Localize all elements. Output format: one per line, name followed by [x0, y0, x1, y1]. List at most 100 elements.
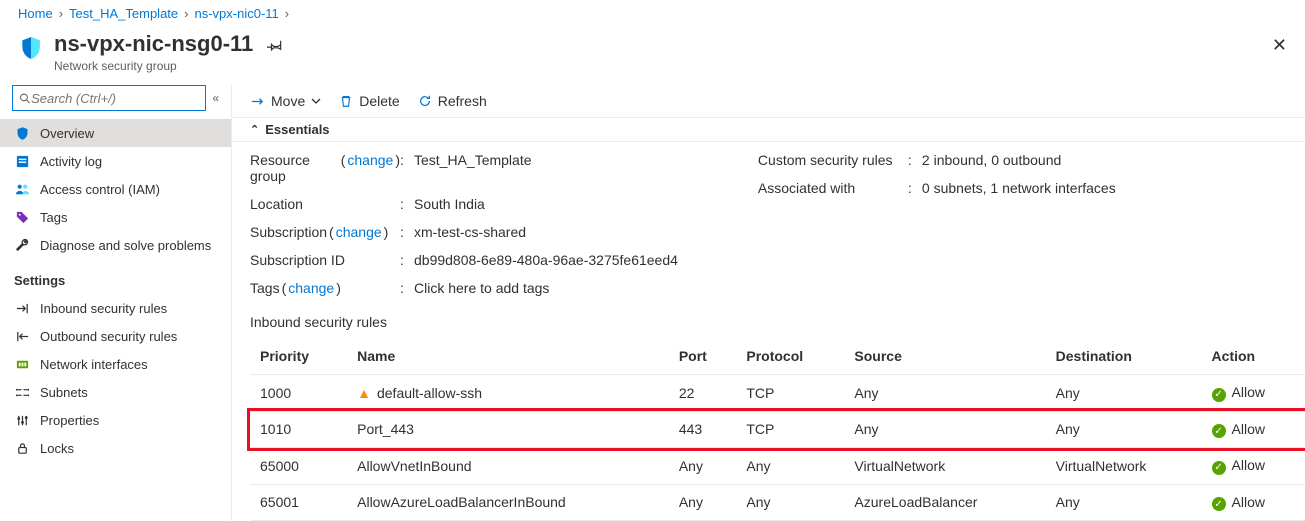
sidebar-item-properties[interactable]: Properties: [0, 406, 231, 434]
cell-priority: 65001: [250, 484, 347, 521]
sidebar-item-label: Outbound security rules: [40, 329, 177, 344]
warning-icon: ▲: [357, 385, 371, 401]
cell-action: ✓Allow: [1202, 484, 1305, 521]
table-row[interactable]: 1000▲default-allow-ssh22TCPAnyAny✓Allow: [250, 375, 1305, 412]
col-source[interactable]: Source: [844, 338, 1045, 375]
cell-source: AzureLoadBalancer: [844, 484, 1045, 521]
shield-icon: [14, 125, 30, 141]
change-rg-link[interactable]: change: [347, 152, 393, 184]
essentials-panel: Resource group (change) : Test_HA_Templa…: [232, 142, 1305, 300]
ess-assoc-label: Associated with: [758, 180, 908, 196]
sidebar-item-label: Activity log: [40, 154, 102, 169]
crumb-home[interactable]: Home: [18, 6, 53, 21]
cell-name: ▲default-allow-ssh: [347, 375, 669, 412]
cell-port: Any: [669, 448, 737, 485]
ess-assoc-value: 0 subnets, 1 network interfaces: [922, 180, 1116, 196]
crumb-rg[interactable]: Test_HA_Template: [69, 6, 178, 21]
cell-protocol: Any: [736, 484, 844, 521]
sidebar-item-network-interfaces[interactable]: Network interfaces: [0, 350, 231, 378]
pin-icon[interactable]: [267, 37, 283, 53]
ess-tags-value[interactable]: Click here to add tags: [414, 280, 549, 296]
sidebar-item-label: Locks: [40, 441, 74, 456]
cell-destination: Any: [1046, 484, 1202, 521]
ess-loc-value: South India: [414, 196, 485, 212]
col-action[interactable]: Action: [1202, 338, 1305, 375]
close-icon[interactable]: ✕: [1272, 35, 1287, 56]
cell-priority: 1010: [250, 411, 347, 448]
col-port[interactable]: Port: [669, 338, 737, 375]
sidebar-item-outbound-rules[interactable]: Outbound security rules: [0, 322, 231, 350]
page-title: ns-vpx-nic-nsg0-11: [54, 31, 253, 57]
col-destination[interactable]: Destination: [1046, 338, 1202, 375]
sidebar-item-inbound-rules[interactable]: Inbound security rules: [0, 294, 231, 322]
ess-rules-label: Custom security rules: [758, 152, 908, 168]
table-row[interactable]: 65000AllowVnetInBoundAnyAnyVirtualNetwor…: [250, 448, 1305, 485]
collapse-icon[interactable]: «: [212, 91, 219, 105]
check-icon: ✓: [1212, 424, 1226, 438]
cell-port: 22: [669, 375, 737, 412]
breadcrumb: Home › Test_HA_Template › ns-vpx-nic0-11…: [0, 0, 1305, 31]
sidebar-item-label: Network interfaces: [40, 357, 148, 372]
sidebar-item-label: Properties: [40, 413, 99, 428]
outbound-icon: [14, 328, 30, 344]
col-name[interactable]: Name: [347, 338, 669, 375]
sidebar-item-locks[interactable]: Locks: [0, 434, 231, 462]
refresh-icon: [418, 94, 432, 108]
sidebar-item-overview[interactable]: Overview: [0, 119, 231, 147]
table-row[interactable]: 1010Port_443443TCPAnyAny✓Allow: [250, 411, 1305, 448]
essentials-toggle[interactable]: ⌃ Essentials: [232, 117, 1305, 142]
ess-sub-value[interactable]: xm-test-cs-shared: [414, 224, 526, 240]
sidebar-group-settings: Settings: [0, 259, 231, 294]
sidebar: « Overview Activity log Access control (…: [0, 85, 232, 521]
trash-icon: [339, 94, 353, 108]
sidebar-item-label: Tags: [40, 210, 67, 225]
sidebar-item-label: Subnets: [40, 385, 88, 400]
nic-icon: [14, 356, 30, 372]
command-bar: Move Delete Refresh: [232, 85, 1305, 117]
rules-title: Inbound security rules: [232, 300, 1305, 338]
change-tags-link[interactable]: change: [288, 280, 334, 296]
ess-subid-label: Subscription ID: [250, 252, 400, 268]
chevron-right-icon: ›: [59, 6, 63, 21]
search-icon: [19, 92, 31, 105]
sidebar-item-label: Overview: [40, 126, 94, 141]
sidebar-item-activity-log[interactable]: Activity log: [0, 147, 231, 175]
sidebar-item-tags[interactable]: Tags: [0, 203, 231, 231]
refresh-button[interactable]: Refresh: [418, 93, 487, 109]
tag-icon: [14, 209, 30, 225]
search-box[interactable]: [12, 85, 206, 111]
lock-icon: [14, 440, 30, 456]
chevron-down-icon: [311, 96, 321, 106]
search-input[interactable]: [31, 91, 199, 106]
ess-loc-label: Location: [250, 196, 400, 212]
properties-icon: [14, 412, 30, 428]
sidebar-item-subnets[interactable]: Subnets: [0, 378, 231, 406]
ess-subid-value: db99d808-6e89-480a-96ae-3275fe61eed4: [414, 252, 678, 268]
cell-port: Any: [669, 484, 737, 521]
cell-destination: Any: [1046, 411, 1202, 448]
cell-action: ✓Allow: [1202, 411, 1305, 448]
sidebar-item-diagnose[interactable]: Diagnose and solve problems: [0, 231, 231, 259]
cell-name: AllowVnetInBound: [347, 448, 669, 485]
shield-icon: [18, 35, 44, 61]
table-row[interactable]: 65001AllowAzureLoadBalancerInBoundAnyAny…: [250, 484, 1305, 521]
delete-button[interactable]: Delete: [339, 93, 399, 109]
ess-rg-label: Resource group: [250, 152, 339, 184]
move-button[interactable]: Move: [250, 93, 321, 109]
col-protocol[interactable]: Protocol: [736, 338, 844, 375]
ess-rg-value[interactable]: Test_HA_Template: [414, 152, 532, 184]
change-sub-link[interactable]: change: [336, 224, 382, 240]
crumb-nic[interactable]: ns-vpx-nic0-11: [195, 6, 279, 21]
sidebar-item-access-control[interactable]: Access control (IAM): [0, 175, 231, 203]
ess-rules-value: 2 inbound, 0 outbound: [922, 152, 1061, 168]
col-priority[interactable]: Priority: [250, 338, 347, 375]
sidebar-item-label: Diagnose and solve problems: [40, 238, 211, 253]
sidebar-item-label: Access control (IAM): [40, 182, 160, 197]
cell-source: Any: [844, 411, 1045, 448]
cell-port: 443: [669, 411, 737, 448]
cell-destination: VirtualNetwork: [1046, 448, 1202, 485]
check-icon: ✓: [1212, 497, 1226, 511]
ess-sub-label: Subscription: [250, 224, 327, 240]
rules-table: Priority Name Port Protocol Source Desti…: [250, 338, 1305, 521]
cell-destination: Any: [1046, 375, 1202, 412]
